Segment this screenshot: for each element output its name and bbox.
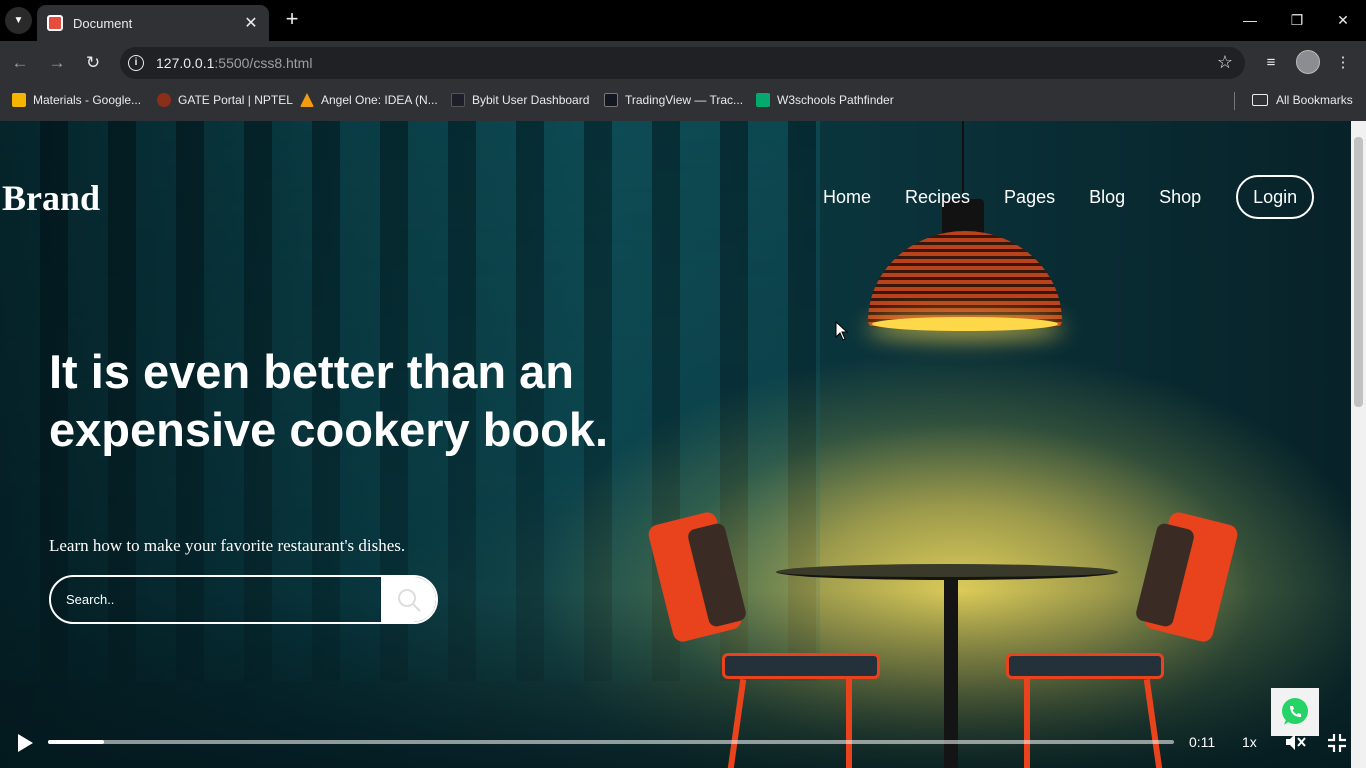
close-tab-icon[interactable]: ✕ [243, 13, 259, 33]
exit-fullscreen-icon[interactable] [1327, 733, 1347, 753]
close-window-button[interactable]: ✕ [1331, 8, 1355, 32]
table-top [776, 564, 1118, 580]
page-viewport: Brand Home Recipes Pages Blog Shop Login… [0, 121, 1366, 768]
nav-link-blog[interactable]: Blog [1089, 187, 1125, 208]
bookmark-item[interactable]: Angel One: IDEA (N... [300, 93, 438, 107]
lamp-light [872, 317, 1058, 331]
restore-button[interactable]: ❐ [1285, 8, 1309, 32]
bookmark-star-icon[interactable]: ☆ [1217, 52, 1233, 73]
tab-strip: ▼ Document ✕ + — ❐ ✕ [0, 0, 1366, 41]
browser-toolbar: ← → ↻ i 127.0.0.1:5500/css8.html ☆ ≡ ⋮ [0, 41, 1366, 85]
angel-one-icon [300, 93, 314, 107]
url-text[interactable]: 127.0.0.1:5500/css8.html [156, 55, 312, 71]
forward-button[interactable]: → [45, 51, 69, 75]
video-progress-bar[interactable] [48, 740, 1174, 744]
chair-seat [722, 653, 880, 679]
scrollbar-thumb[interactable] [1354, 137, 1363, 407]
drive-icon [12, 93, 26, 107]
folder-icon [1252, 94, 1268, 106]
hero-title: It is even better than an expensive cook… [49, 345, 609, 456]
w3schools-icon [756, 93, 770, 107]
nptel-icon [157, 93, 171, 107]
brand-logo[interactable]: Brand [2, 177, 100, 219]
menu-kebab-icon[interactable]: ⋮ [1331, 51, 1355, 75]
search-icon [397, 588, 421, 612]
bookmark-item[interactable]: Materials - Google... [12, 93, 141, 107]
new-tab-button[interactable]: + [280, 8, 304, 32]
reload-button[interactable]: ↻ [81, 51, 105, 75]
tab-title: Document [73, 15, 133, 31]
video-player-controls: 0:11 1x [0, 723, 1366, 768]
chair-seat [1006, 653, 1164, 679]
nav-link-shop[interactable]: Shop [1159, 187, 1201, 208]
bookmarks-separator [1234, 92, 1235, 110]
page-scrollbar[interactable] [1351, 121, 1366, 768]
video-time: 0:11 [1189, 734, 1216, 750]
favicon-icon [47, 15, 63, 31]
nav-link-recipes[interactable]: Recipes [905, 187, 970, 208]
site-info-icon[interactable]: i [128, 55, 144, 71]
back-button[interactable]: ← [8, 51, 32, 75]
tradingview-icon [604, 93, 618, 107]
search-input[interactable] [51, 577, 381, 622]
minimize-button[interactable]: — [1238, 8, 1262, 32]
bookmarks-bar: Materials - Google... GATE Portal | NPTE… [0, 85, 1366, 121]
search-button[interactable] [381, 577, 436, 622]
tab-document[interactable]: Document ✕ [37, 5, 269, 41]
all-bookmarks-button[interactable]: All Bookmarks [1252, 93, 1353, 107]
profile-avatar[interactable] [1296, 50, 1320, 74]
address-bar[interactable]: i 127.0.0.1:5500/css8.html ☆ [120, 47, 1245, 79]
login-button[interactable]: Login [1236, 175, 1315, 219]
site-nav: Home Recipes Pages Blog Shop Login [806, 175, 1315, 219]
tab-search-button[interactable]: ▼ [5, 7, 32, 34]
search-bar [49, 575, 438, 624]
bybit-icon [451, 93, 465, 107]
volume-muted-icon[interactable] [1284, 732, 1306, 752]
video-progress-fill [48, 740, 105, 744]
bookmark-item[interactable]: W3schools Pathfinder [756, 93, 894, 107]
hero-subtitle: Learn how to make your favorite restaura… [49, 536, 406, 555]
pendant-lamp [868, 231, 1062, 327]
bookmark-item[interactable]: TradingView — Trac... [604, 93, 743, 107]
nav-link-home[interactable]: Home [823, 187, 871, 208]
bookmark-item[interactable]: GATE Portal | NPTEL [157, 93, 293, 107]
media-control-icon[interactable]: ≡ [1259, 51, 1283, 75]
playback-speed-button[interactable]: 1x [1242, 734, 1257, 750]
bookmark-item[interactable]: Bybit User Dashboard [451, 93, 589, 107]
nav-link-pages[interactable]: Pages [1004, 187, 1055, 208]
play-icon[interactable] [16, 733, 34, 753]
mouse-cursor-icon [835, 321, 849, 341]
